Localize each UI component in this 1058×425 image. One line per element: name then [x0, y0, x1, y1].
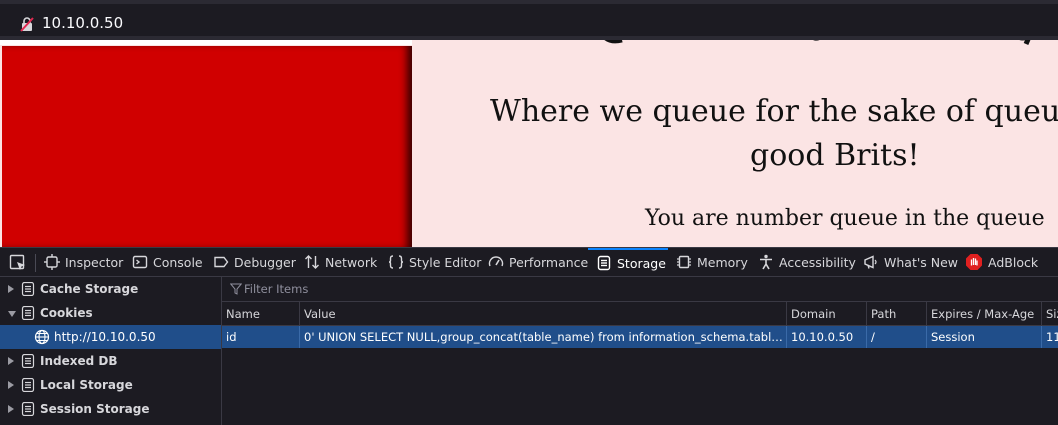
expand-arrow-icon[interactable]	[8, 285, 14, 293]
console-icon	[132, 255, 148, 269]
database-icon	[21, 378, 35, 392]
sidebar-item-label: Session Storage	[40, 402, 150, 416]
tagline-line-2: good Brits!	[750, 138, 920, 173]
tab-memory[interactable]: Memory	[676, 248, 748, 276]
tab-label: Network	[325, 254, 378, 270]
globe-icon	[34, 329, 50, 345]
column-header-name[interactable]: Name	[222, 302, 300, 326]
tab-console[interactable]: Console	[132, 248, 203, 276]
element-picker-icon[interactable]	[9, 254, 27, 272]
column-header-value[interactable]: Value	[300, 302, 787, 326]
filter-bar	[222, 277, 1058, 302]
devtools-toolbar: Inspector Console Debugger Network Style…	[0, 247, 1058, 277]
tab-label: AdBlock	[988, 254, 1039, 270]
sidebar-item-label: Indexed DB	[40, 354, 118, 368]
database-icon	[21, 402, 35, 416]
sidebar-item-label: http://10.10.0.50	[54, 330, 156, 344]
tab-label: Console	[153, 254, 203, 270]
memory-icon	[677, 255, 691, 269]
table-header: Name Value Domain Path Expires / Max-Age…	[222, 302, 1058, 326]
cookie-table-panel: Name Value Domain Path Expires / Max-Age…	[222, 277, 1058, 425]
sidebar-item-local-storage[interactable]: Local Storage	[0, 373, 221, 397]
url-text[interactable]: 10.10.0.50	[42, 14, 123, 32]
database-icon	[21, 354, 35, 368]
debugger-icon	[214, 256, 229, 268]
tab-label: Storage	[617, 255, 666, 271]
red-banner-image	[2, 46, 412, 247]
tab-network[interactable]: Network	[304, 248, 377, 276]
page-top-strip	[0, 40, 412, 45]
tab-label: What's New	[884, 254, 959, 270]
tab-label: Style Editor	[409, 254, 482, 270]
accessibility-icon	[760, 254, 772, 270]
url-bar-area: ) 10.10.0.50	[0, 0, 1058, 40]
database-icon	[21, 306, 35, 320]
tab-debugger[interactable]: Debugger	[213, 248, 296, 276]
tab-performance[interactable]: Performance	[488, 248, 588, 276]
table-row[interactable]: id 0' UNION SELECT NULL,group_concat(tab…	[222, 326, 1058, 348]
column-header-size[interactable]: Siz	[1042, 302, 1058, 326]
column-header-domain[interactable]: Domain	[787, 302, 867, 326]
tab-label: Inspector	[65, 254, 124, 270]
sidebar-item-label: Local Storage	[40, 378, 133, 392]
storage-sidebar: Cache Storage Cookies http://10.10.0.50 …	[0, 277, 222, 425]
tab-style-editor[interactable]: Style Editor	[388, 248, 481, 276]
database-icon	[21, 282, 35, 296]
queue-position-text: You are number queue in the queue	[645, 206, 1045, 231]
sidebar-item-cache-storage[interactable]: Cache Storage	[0, 277, 221, 301]
cell-domain[interactable]: 10.10.0.50	[787, 326, 867, 348]
tab-label: Debugger	[234, 254, 296, 270]
expand-arrow-icon[interactable]	[8, 381, 14, 389]
sidebar-item-label: Cookies	[40, 306, 93, 320]
performance-icon	[488, 256, 504, 267]
storage-icon	[597, 255, 611, 271]
tab-accessibility[interactable]: Accessibility	[758, 248, 856, 276]
inspector-icon	[44, 254, 60, 270]
tab-whats-new[interactable]: What's New	[863, 248, 958, 276]
expand-arrow-icon[interactable]	[8, 405, 14, 413]
sidebar-item-label: Cache Storage	[40, 282, 139, 296]
whats-new-icon	[864, 255, 877, 269]
column-header-expires[interactable]: Expires / Max-Age	[927, 302, 1042, 326]
style-editor-icon	[388, 255, 404, 269]
adblock-icon	[966, 254, 982, 270]
toolbar-separator	[35, 254, 36, 272]
filter-items-input[interactable]	[244, 280, 744, 298]
sidebar-item-cookies[interactable]: Cookies	[0, 301, 221, 325]
cell-size[interactable]: 11	[1042, 326, 1058, 348]
cell-expires[interactable]: Session	[927, 326, 1042, 348]
site-title-cropped	[590, 40, 1058, 50]
tab-adblock[interactable]: AdBlock	[965, 248, 1038, 276]
cell-value[interactable]: 0' UNION SELECT NULL,group_concat(table_…	[300, 326, 787, 348]
sidebar-item-session-storage[interactable]: Session Storage	[0, 397, 221, 421]
expand-arrow-icon[interactable]	[8, 357, 14, 365]
tab-label: Memory	[697, 254, 748, 270]
insecure-lock-icon[interactable]	[19, 16, 35, 32]
sidebar-item-cookie-origin[interactable]: http://10.10.0.50	[0, 325, 221, 349]
filter-icon	[230, 283, 242, 295]
page-tagline: Where we queue for the sake of queueing …	[440, 90, 1058, 178]
tab-label: Accessibility	[779, 254, 856, 270]
url-field[interactable]: 10.10.0.50	[0, 4, 1058, 36]
sidebar-item-indexed-db[interactable]: Indexed DB	[0, 349, 221, 373]
tab-inspector[interactable]: Inspector	[44, 248, 123, 276]
network-icon	[305, 255, 319, 269]
tab-label: Performance	[509, 254, 589, 270]
tagline-line-1: Where we queue for the sake of queueing …	[490, 94, 1058, 129]
column-header-path[interactable]: Path	[867, 302, 927, 326]
cell-path[interactable]: /	[867, 326, 927, 348]
cell-name[interactable]: id	[222, 326, 300, 348]
collapse-arrow-icon[interactable]	[8, 311, 16, 317]
tab-storage[interactable]: Storage	[588, 248, 668, 276]
web-page: Where we queue for the sake of queueing …	[0, 40, 1058, 247]
